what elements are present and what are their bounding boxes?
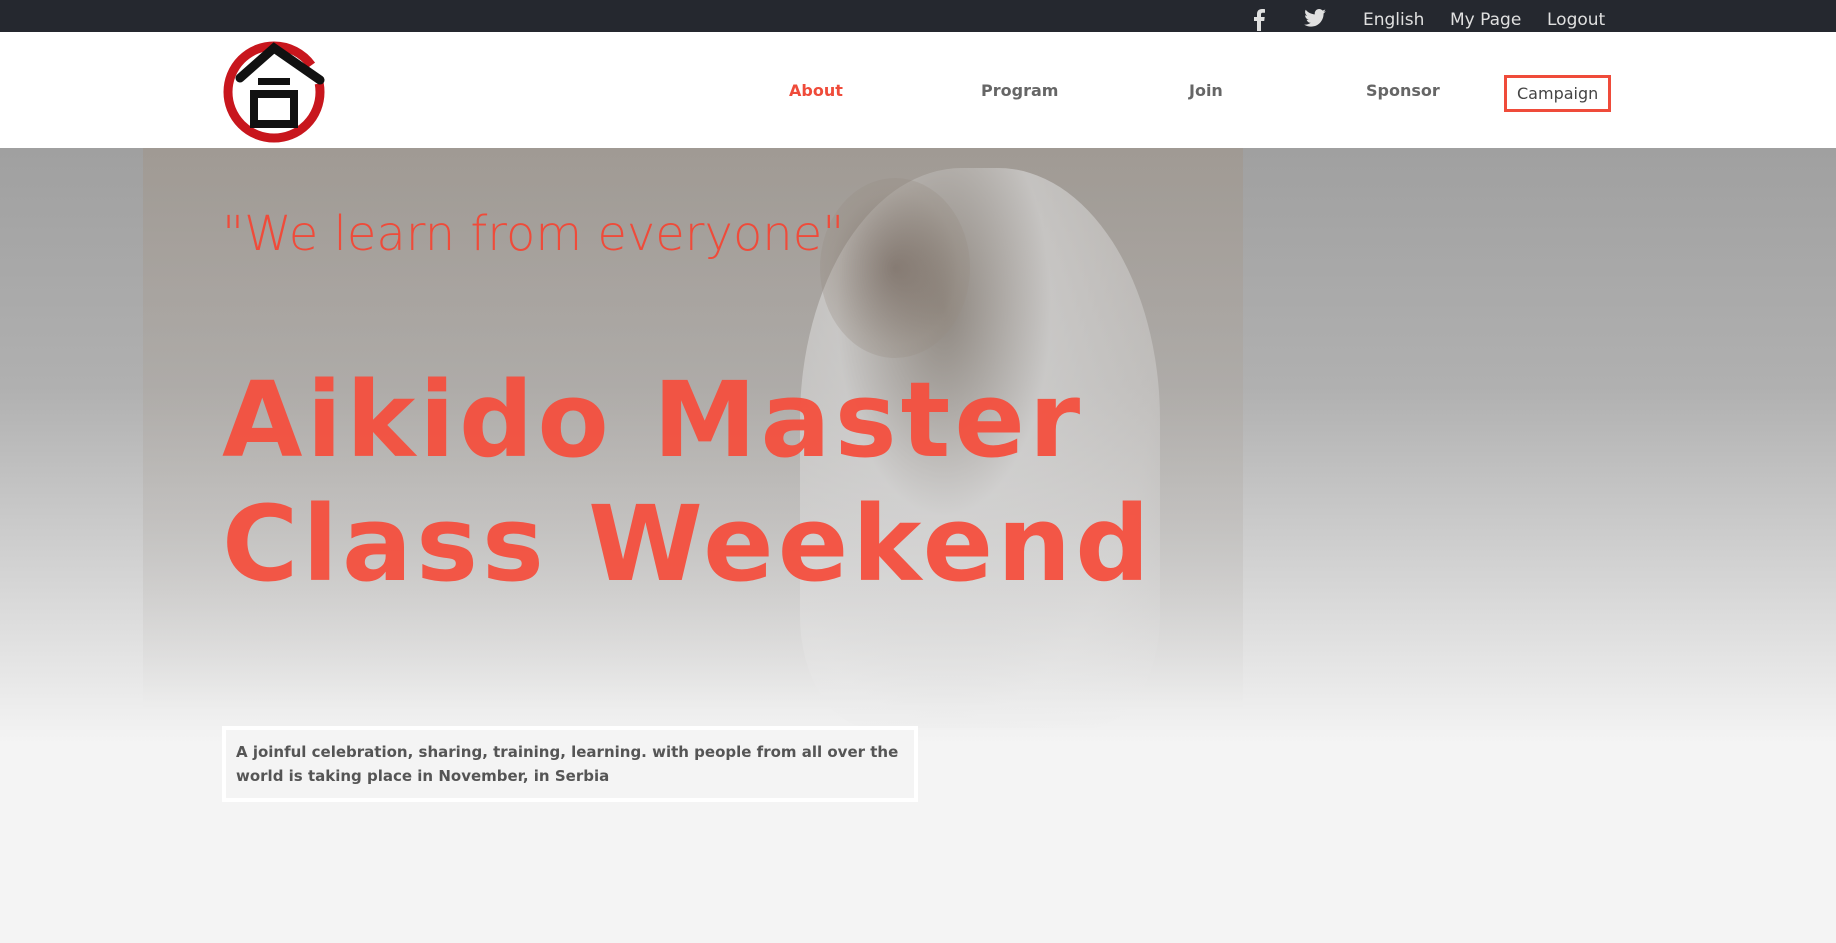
nav-about[interactable]: About [789, 81, 843, 100]
headline-line-1: Aikido Master [222, 359, 1085, 481]
facebook-icon[interactable] [1252, 9, 1266, 31]
hero-section: "We learn from everyone" Aikido Master C… [0, 148, 1836, 943]
aikido-master-head [820, 178, 970, 358]
top-bar: English My Page Logout [0, 0, 1836, 32]
site-header: About Program Join Sponsor Campaign [0, 32, 1836, 148]
nav-program[interactable]: Program [981, 81, 1058, 100]
language-link[interactable]: English [1363, 0, 1424, 32]
nav-campaign[interactable]: Campaign [1504, 75, 1612, 112]
hero-headline: Aikido Master Class Weekend [222, 358, 1222, 606]
nav-sponsor[interactable]: Sponsor [1366, 81, 1440, 100]
logout-link[interactable]: Logout [1547, 0, 1605, 32]
my-page-link[interactable]: My Page [1450, 0, 1521, 32]
twitter-icon[interactable] [1304, 9, 1326, 27]
headline-line-2: Class Weekend [222, 483, 1154, 605]
hero-quote: "We learn from everyone" [222, 206, 845, 262]
nav-join[interactable]: Join [1189, 81, 1223, 100]
aikido-logo[interactable] [220, 38, 330, 146]
hero-description: A joinful celebration, sharing, training… [222, 726, 918, 802]
